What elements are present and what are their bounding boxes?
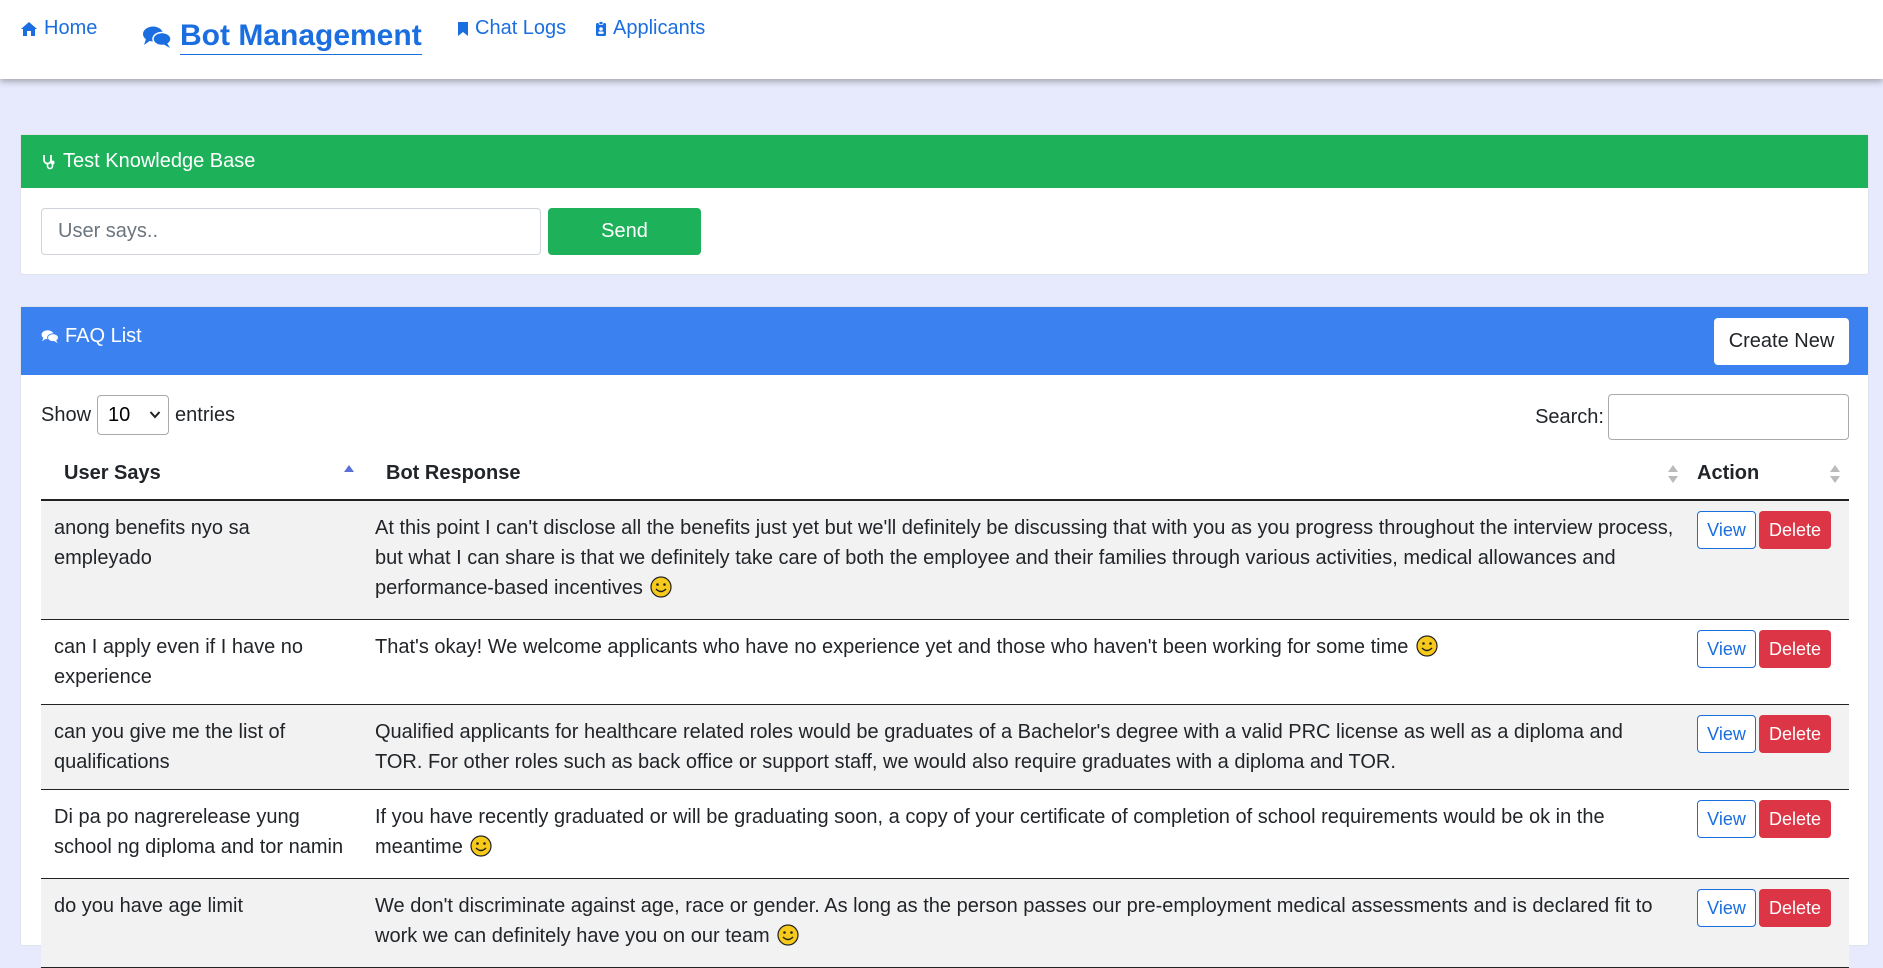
column-header-bot-response[interactable]: Bot Response <box>363 448 1687 501</box>
table-row: Di pa po nagrerelease yung school ng dip… <box>41 789 1849 879</box>
action-cell: View Delete <box>1687 619 1849 705</box>
bot-response-text: That's okay! We welcome applicants who h… <box>375 636 1409 658</box>
delete-button[interactable]: Delete <box>1759 715 1831 753</box>
table-row: do you have age limit We don't discrimina… <box>41 878 1849 968</box>
nav-applicants-link[interactable]: Applicants <box>595 17 705 40</box>
user-says-text: can I apply even if I have no experience <box>54 636 304 688</box>
nav-applicants-label: Applicants <box>613 17 706 39</box>
faq-list-title: FAQ List <box>65 324 142 347</box>
nav-home-label: Home <box>44 17 98 39</box>
user-says-cell: Di pa po nagrerelease yung school ng dip… <box>41 789 363 879</box>
sort-icon <box>1829 463 1841 491</box>
user-says-cell: anong benefits nyo sa empleyado <box>41 500 363 620</box>
table-row: can I apply even if I have no experience… <box>41 619 1849 705</box>
sort-asc-icon <box>343 463 355 491</box>
smile-emoji-icon <box>470 835 492 866</box>
delete-button[interactable]: Delete <box>1759 800 1831 838</box>
column-header-label: Bot Response <box>386 462 521 484</box>
delete-button[interactable]: Delete <box>1759 889 1831 927</box>
action-cell: View Delete <box>1687 878 1849 968</box>
bot-response-cell: Qualified applicants for healthcare rela… <box>363 704 1687 790</box>
sort-icon <box>1667 463 1679 491</box>
comments-icon <box>41 329 59 344</box>
send-button[interactable]: Send <box>548 208 701 255</box>
test-knowledge-base-header: Test Knowledge Base <box>21 135 1868 188</box>
page-size-select[interactable]: 10 <box>97 395 170 435</box>
table-search-input[interactable] <box>1608 394 1849 440</box>
user-says-input[interactable] <box>41 208 541 255</box>
view-button[interactable]: View <box>1697 511 1756 549</box>
action-cell: View Delete <box>1687 789 1849 879</box>
faq-list-card: FAQ List Create New Show 10 entries Sear… <box>20 306 1869 968</box>
bot-response-text: If you have recently graduated or will b… <box>375 806 1605 858</box>
table-row: anong benefits nyo sa empleyado At this p… <box>41 500 1849 620</box>
bot-response-cell: At this point I can't disclose all the b… <box>363 500 1687 620</box>
action-cell: View Delete <box>1687 704 1849 790</box>
nav-chat-logs-label: Chat Logs <box>475 17 567 39</box>
user-says-cell: do you have age limit <box>41 878 363 968</box>
bot-response-text: At this point I can't disclose all the b… <box>375 517 1674 599</box>
view-button[interactable]: View <box>1697 889 1756 927</box>
user-says-cell: can you give me the list of qualificatio… <box>41 704 363 790</box>
comments-icon <box>142 25 172 49</box>
smile-emoji-icon <box>777 924 799 955</box>
top-navbar: Home Bot Management Chat Logs Applicants <box>0 0 1883 79</box>
column-header-label: User Says <box>64 462 161 484</box>
column-header-label: Action <box>1697 462 1760 484</box>
user-says-text: Di pa po nagrerelease yung school ng dip… <box>54 806 344 858</box>
create-new-button[interactable]: Create New <box>1714 318 1849 365</box>
user-says-text: do you have age limit <box>54 895 244 917</box>
smile-emoji-icon <box>1416 635 1438 666</box>
nav-brand-label: Bot Management <box>180 18 422 55</box>
view-button[interactable]: View <box>1697 800 1756 838</box>
bookmark-icon <box>457 21 469 37</box>
nav-chat-logs-link[interactable]: Chat Logs <box>457 17 566 40</box>
column-header-action[interactable]: Action <box>1687 448 1849 501</box>
view-button[interactable]: View <box>1697 630 1756 668</box>
delete-button[interactable]: Delete <box>1759 630 1831 668</box>
bot-response-text: Qualified applicants for healthcare rela… <box>375 721 1623 773</box>
bot-response-cell: If you have recently graduated or will b… <box>363 789 1687 879</box>
user-says-text: can you give me the list of qualificatio… <box>54 721 286 773</box>
bot-response-cell: That's okay! We welcome applicants who h… <box>363 619 1687 705</box>
stethoscope-icon <box>41 154 57 170</box>
table-header-row: User Says Bot Response Action <box>41 448 1849 501</box>
faq-list-header: FAQ List Create New <box>21 307 1868 375</box>
smile-emoji-icon <box>650 576 673 607</box>
bot-response-cell: We don't discriminate against age, race … <box>363 878 1687 968</box>
table-row: can you give me the list of qualificatio… <box>41 704 1849 790</box>
user-says-cell: can I apply even if I have no experience <box>41 619 363 705</box>
column-header-user-says[interactable]: User Says <box>41 448 363 501</box>
delete-button[interactable]: Delete <box>1759 511 1831 549</box>
nav-home-link[interactable]: Home <box>20 17 97 40</box>
bot-response-text: We don't discriminate against age, race … <box>375 895 1653 947</box>
search-label: Search: <box>1535 405 1604 428</box>
action-cell: View Delete <box>1687 500 1849 620</box>
user-says-text: anong benefits nyo sa empleyado <box>54 517 250 569</box>
test-knowledge-base-card: Test Knowledge Base Send <box>20 134 1869 275</box>
home-icon <box>20 21 38 37</box>
show-entries-control: Show 10 entries <box>41 395 235 435</box>
table-search-control: Search: <box>1535 394 1849 440</box>
view-button[interactable]: View <box>1697 715 1756 753</box>
test-knowledge-base-title: Test Knowledge Base <box>63 150 256 172</box>
entries-label: entries <box>175 403 236 426</box>
nav-brand[interactable]: Bot Management <box>142 18 422 55</box>
show-label: Show <box>41 403 92 426</box>
clipboard-icon <box>595 20 607 37</box>
faq-table: User Says Bot Response Action anong bene… <box>41 448 1849 968</box>
